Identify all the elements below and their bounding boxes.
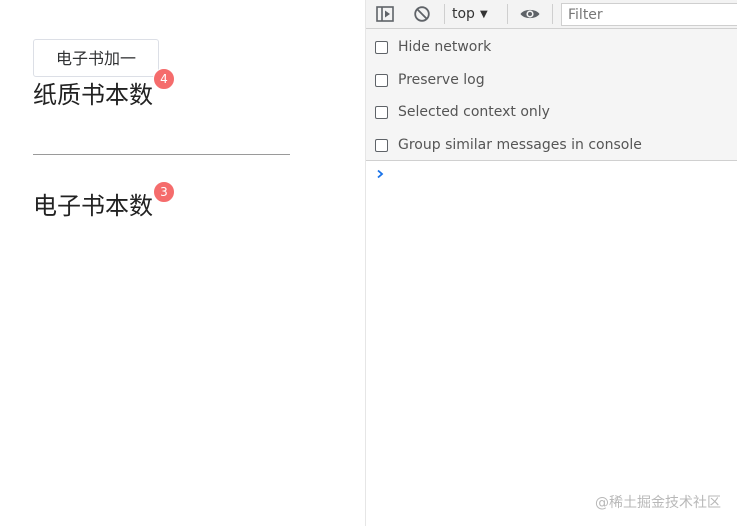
group-similar-checkbox[interactable] — [375, 138, 388, 152]
devtools-console-panel: top ▼ Hide network Preserve log — [365, 0, 737, 526]
setting-label: Group similar messages in console — [398, 137, 642, 153]
selected-context-only-checkbox[interactable] — [375, 105, 388, 119]
toolbar-separator — [444, 4, 445, 24]
setting-hide-network[interactable]: Hide network — [375, 37, 491, 57]
toolbar-separator — [507, 4, 508, 24]
toolbar-separator — [552, 4, 553, 24]
setting-group-similar[interactable]: Group similar messages in console — [375, 135, 642, 155]
sidebar-toggle-icon[interactable] — [375, 4, 395, 24]
eye-icon[interactable] — [519, 4, 540, 24]
add-ebook-button[interactable]: 电子书加一 — [33, 39, 159, 77]
context-selector[interactable]: top ▼ — [452, 4, 488, 24]
console-toolbar: top ▼ — [366, 0, 737, 29]
setting-label: Preserve log — [398, 72, 485, 88]
context-value: top — [452, 6, 475, 22]
page: 电子书加一 纸质书本数 4 电子书本数 3 top ▼ Filter Hide … — [0, 0, 737, 526]
console-settings-pane: Hide network Preserve log Selected conte… — [366, 29, 737, 161]
setting-preserve-log[interactable]: Preserve log — [375, 70, 485, 90]
paper-book-count-badge: 4 — [153, 68, 175, 90]
setting-label: Hide network — [398, 39, 492, 55]
setting-label: Selected context only — [398, 104, 550, 120]
setting-selected-context-only[interactable]: Selected context only — [375, 102, 550, 122]
hide-network-checkbox[interactable] — [375, 40, 388, 54]
divider — [33, 154, 290, 155]
watermark: @稀土掘金技术社区 — [595, 495, 721, 511]
clear-console-icon[interactable] — [412, 4, 432, 24]
paper-book-count-label: 纸质书本数 — [33, 81, 153, 109]
ebook-count-badge: 3 — [153, 181, 175, 203]
preserve-log-checkbox[interactable] — [375, 73, 388, 87]
console-prompt-chevron-icon[interactable] — [375, 166, 387, 182]
caret-down-icon: ▼ — [479, 9, 488, 20]
filter-input[interactable] — [561, 3, 737, 26]
demo-app: 电子书加一 纸质书本数 4 电子书本数 3 — [0, 0, 365, 526]
ebook-count-label: 电子书本数 — [33, 192, 153, 220]
